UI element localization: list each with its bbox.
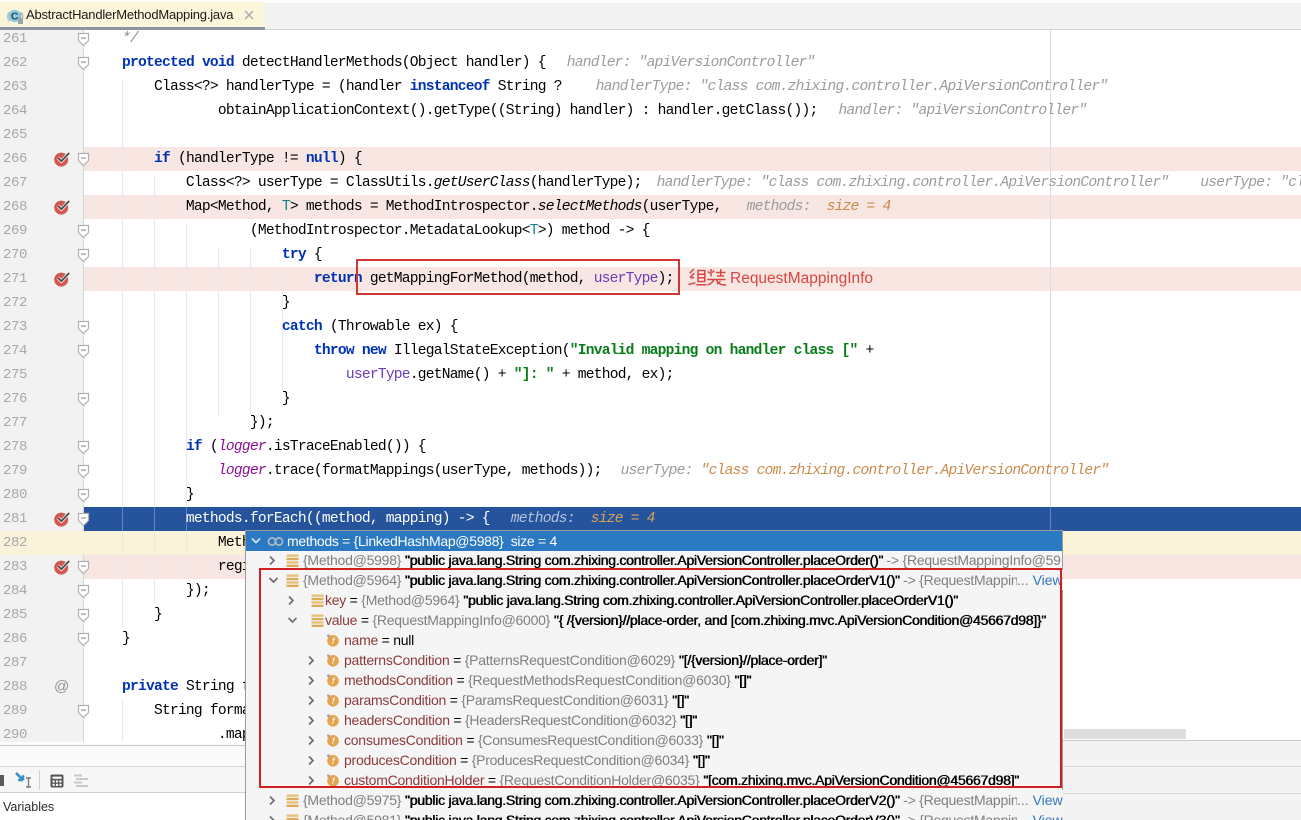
svg-text:C: C [11,11,19,23]
